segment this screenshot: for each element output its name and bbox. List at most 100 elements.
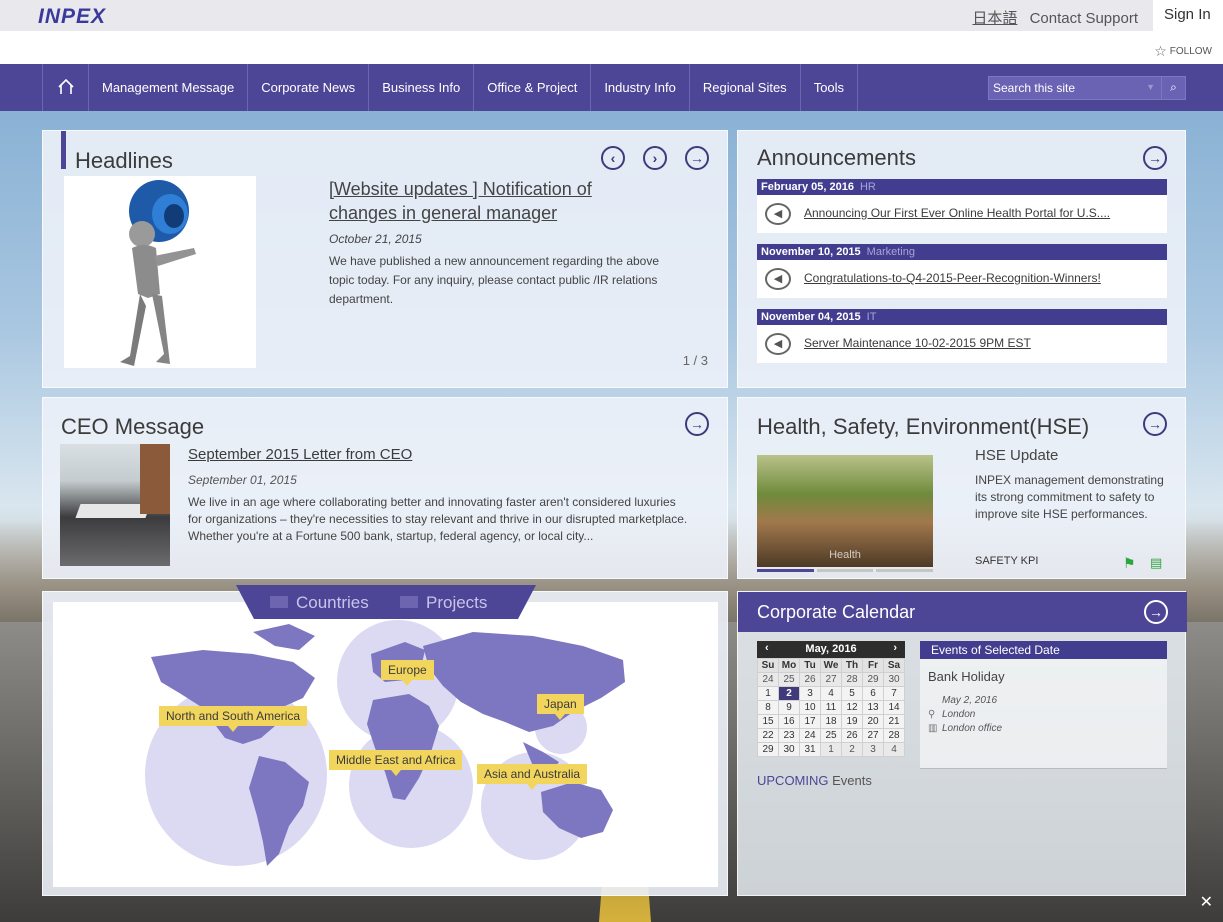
calendar-day[interactable]: 3: [799, 686, 821, 701]
map-label-middle-east-africa[interactable]: Middle East and Africa: [329, 750, 463, 776]
follow-button[interactable]: ☆ FOLLOW: [1154, 43, 1212, 60]
calendar-day[interactable]: 29: [862, 672, 884, 687]
calendar-day[interactable]: 10: [799, 700, 821, 715]
announcement-category: IT: [866, 311, 877, 323]
calendar-week: 29 30 31 1 2 3 4: [757, 742, 905, 757]
go-arrow-icon[interactable]: →: [1143, 146, 1167, 170]
go-arrow-icon[interactable]: →: [1143, 412, 1167, 436]
map-label-asia-australia[interactable]: Asia and Australia: [477, 764, 588, 790]
announcement-category: HR: [859, 181, 876, 193]
calendar-day[interactable]: 3: [862, 742, 884, 757]
sign-in-button[interactable]: Sign In: [1153, 0, 1223, 31]
calendar-day[interactable]: 25: [778, 672, 800, 687]
runner-image[interactable]: Health: [757, 455, 933, 567]
calendar-day[interactable]: 20: [862, 714, 884, 729]
calendar-day[interactable]: 5: [841, 686, 863, 701]
contact-support-link[interactable]: Contact Support: [1030, 10, 1138, 27]
next-arrow-icon[interactable]: ›: [643, 146, 667, 170]
calendar-day[interactable]: 2: [841, 742, 863, 757]
calendar-day[interactable]: 21: [883, 714, 905, 729]
calendar-day[interactable]: 16: [778, 714, 800, 729]
calendar-day[interactable]: 23: [778, 728, 800, 743]
calendar-day[interactable]: 24: [799, 728, 821, 743]
calendar-day[interactable]: 24: [757, 672, 779, 687]
ceo-letter-link[interactable]: September 2015 Letter from CEO: [188, 446, 412, 463]
search-icon[interactable]: ⌕: [1161, 77, 1185, 99]
nav-office-project[interactable]: Office & Project: [473, 64, 590, 111]
calendar-month-bar: ‹ May, 2016 ›: [757, 641, 905, 658]
carousel-dot[interactable]: [876, 569, 934, 572]
calendar-day[interactable]: 14: [883, 700, 905, 715]
announcement-link[interactable]: Server Maintenance 10-02-2015 9PM EST: [804, 336, 1031, 350]
go-arrow-icon[interactable]: →: [685, 146, 709, 170]
calendar-day[interactable]: 17: [799, 714, 821, 729]
announcement-item: November 10, 2015 Marketing ◀ Congratulati…: [757, 244, 1167, 298]
calendar-day[interactable]: 26: [799, 672, 821, 687]
calendar-day[interactable]: 6: [862, 686, 884, 701]
nav-management-message[interactable]: Management Message: [88, 64, 247, 111]
map-label-europe[interactable]: Europe: [381, 660, 434, 686]
tab-countries[interactable]: Countries: [270, 585, 400, 619]
calendar-day[interactable]: 18: [820, 714, 842, 729]
japanese-link[interactable]: 日本語: [972, 10, 1017, 27]
calendar-day[interactable]: 4: [883, 742, 905, 757]
prev-arrow-icon[interactable]: ‹: [601, 146, 625, 170]
hse-subtitle: HSE Update: [975, 447, 1059, 464]
announcement-link[interactable]: Congratulations-to-Q4-2015-Peer-Recognit…: [804, 271, 1101, 285]
document-download-icon[interactable]: ▤: [1150, 555, 1162, 571]
calendar-day[interactable]: 1: [757, 686, 779, 701]
calendar-day[interactable]: 25: [820, 728, 842, 743]
calendar-day[interactable]: 12: [841, 700, 863, 715]
calendar-day[interactable]: 30: [883, 672, 905, 687]
upcoming-events-label[interactable]: UPCOMING Events: [757, 773, 872, 788]
flag-icon[interactable]: ⚑: [1123, 555, 1136, 572]
go-arrow-icon[interactable]: →: [1144, 600, 1168, 624]
collapse-icon[interactable]: ✕: [1200, 892, 1213, 912]
prev-month-icon[interactable]: ‹: [765, 642, 769, 654]
calendar-day[interactable]: 22: [757, 728, 779, 743]
announcement-date: November 10, 2015: [761, 246, 861, 258]
megaphone-icon: ◀: [765, 333, 791, 355]
calendar-day[interactable]: 8: [757, 700, 779, 715]
calendar-day[interactable]: 7: [883, 686, 905, 701]
calendar-day[interactable]: 27: [862, 728, 884, 743]
top-bar: INPEX 日本語 Contact Support Sign In: [0, 0, 1223, 31]
boardroom-image: [60, 444, 170, 566]
logo[interactable]: INPEX: [38, 5, 106, 29]
event-title[interactable]: Bank Holiday: [928, 669, 1005, 684]
calendar-day[interactable]: 29: [757, 742, 779, 757]
nav-business-info[interactable]: Business Info: [368, 64, 473, 111]
headline-pager: 1 / 3: [682, 353, 708, 368]
calendar-day[interactable]: 28: [841, 672, 863, 687]
home-button[interactable]: [42, 64, 88, 111]
calendar-day[interactable]: 19: [841, 714, 863, 729]
nav-corporate-news[interactable]: Corporate News: [247, 64, 368, 111]
headline-link[interactable]: [Website updates ] Notification of chang…: [329, 177, 619, 225]
calendar-day[interactable]: 1: [820, 742, 842, 757]
announcement-link[interactable]: Announcing Our First Ever Online Health …: [804, 206, 1110, 220]
map-label-japan[interactable]: Japan: [537, 694, 584, 720]
calendar-day[interactable]: 27: [820, 672, 842, 687]
calendar-day[interactable]: 11: [820, 700, 842, 715]
map-label-americas[interactable]: North and South America: [159, 706, 308, 732]
search-scope-dropdown-icon[interactable]: ▼: [1146, 82, 1155, 92]
calendar-day[interactable]: 15: [757, 714, 779, 729]
calendar-day[interactable]: 13: [862, 700, 884, 715]
go-arrow-icon[interactable]: →: [685, 412, 709, 436]
carousel-dot[interactable]: [816, 569, 874, 572]
nav-industry-info[interactable]: Industry Info: [590, 64, 689, 111]
nav-regional-sites[interactable]: Regional Sites: [688, 64, 800, 111]
next-month-icon[interactable]: ›: [893, 642, 897, 654]
calendar-day[interactable]: 26: [841, 728, 863, 743]
calendar-day[interactable]: 2: [778, 686, 800, 701]
calendar-day[interactable]: 28: [883, 728, 905, 743]
calendar-day[interactable]: 31: [799, 742, 821, 757]
nav-tools[interactable]: Tools: [799, 64, 859, 111]
tab-projects-label: Projects: [426, 593, 488, 612]
calendar-day[interactable]: 30: [778, 742, 800, 757]
tab-projects[interactable]: Projects: [400, 585, 530, 619]
calendar-day[interactable]: 4: [820, 686, 842, 701]
calendar-day[interactable]: 9: [778, 700, 800, 715]
search-input[interactable]: Search this site ▼ ⌕: [988, 76, 1186, 100]
carousel-dot[interactable]: [757, 569, 814, 572]
